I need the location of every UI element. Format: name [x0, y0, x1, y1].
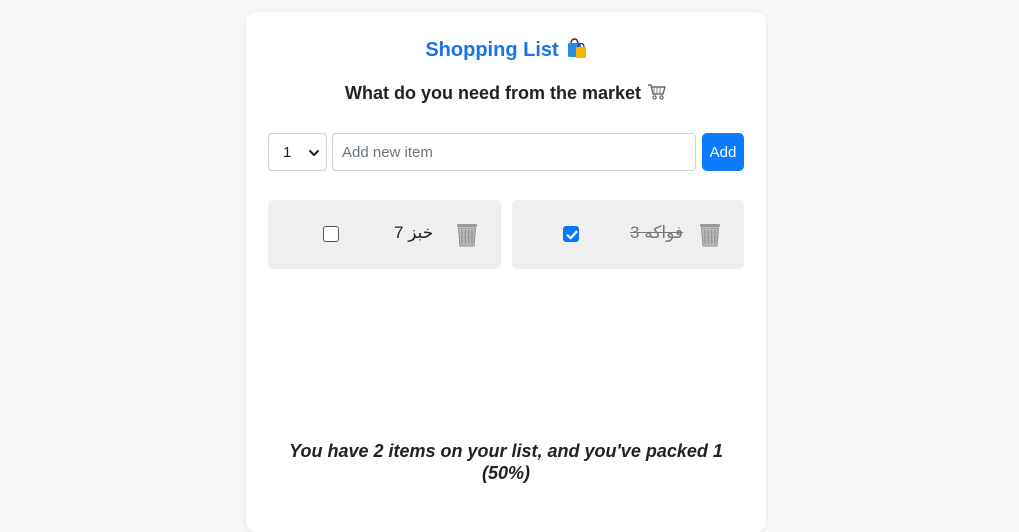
subtitle-text: What do you need from the market [344, 83, 642, 103]
item-label: خبز 7 [394, 223, 434, 242]
add-item-form: 1 Add [268, 133, 744, 171]
add-item-button[interactable]: Add [702, 133, 744, 171]
page-subtitle: What do you need from the market [246, 82, 766, 104]
shopping-bags-icon [565, 37, 587, 59]
item-name-input[interactable] [332, 133, 696, 171]
list-summary: You have 2 items on your list, and you'v… [289, 441, 723, 483]
quantity-select-value: 1 [283, 144, 292, 161]
list-item: خبز 7 [268, 200, 501, 269]
shopping-cart-icon [647, 83, 667, 101]
item-packed-checkbox[interactable] [563, 226, 579, 242]
quantity-select[interactable]: 1 [268, 133, 327, 171]
title-text: Shopping List [425, 39, 559, 61]
item-label: فواكه 3 [630, 223, 684, 242]
item-packed-checkbox[interactable] [323, 226, 339, 242]
list-item: فواكه 3 [512, 200, 744, 269]
shopping-list-card: Shopping List What do you need from the … [246, 12, 766, 532]
chevron-down-icon [308, 146, 320, 158]
trash-icon[interactable] [698, 222, 722, 248]
page-title: Shopping List [246, 37, 766, 63]
trash-icon[interactable] [455, 222, 479, 248]
